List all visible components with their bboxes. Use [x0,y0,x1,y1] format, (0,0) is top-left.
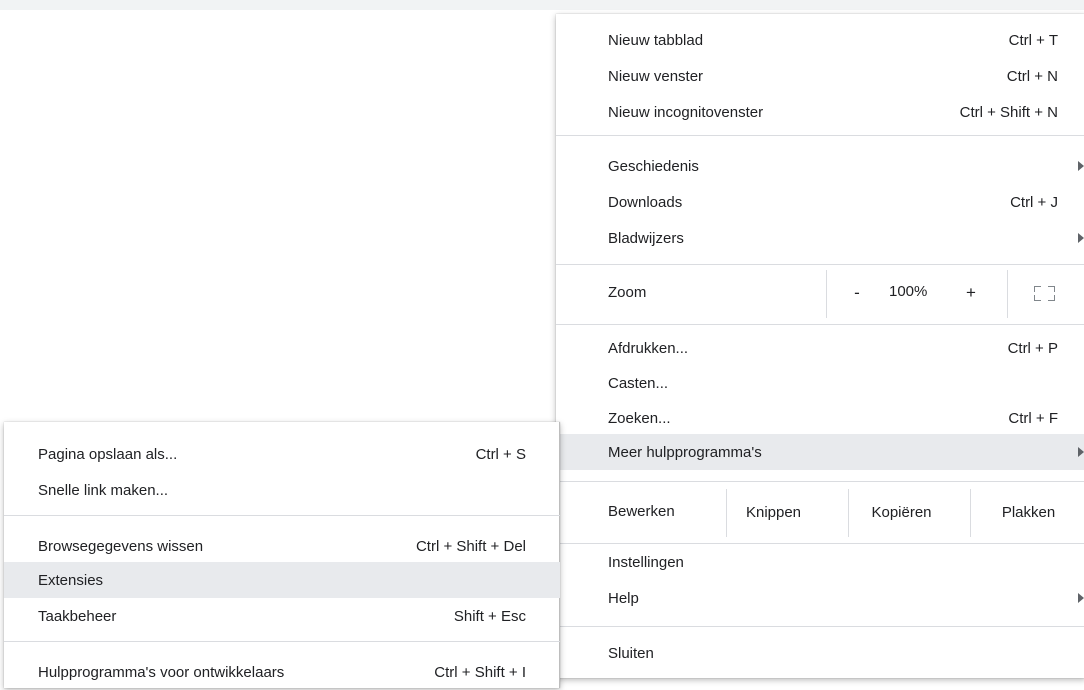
zoom-row: Zoom - 100% + [556,270,1084,318]
edit-label: Bewerken [608,503,675,520]
zoom-label: Zoom [608,284,647,301]
menu-separator [556,481,1084,482]
menu-item-shortcut: Ctrl + T [1008,31,1058,49]
menu-item-label: Hulpprogramma's voor ontwikkelaars [38,663,285,681]
cut-button-label: Knippen [745,504,802,521]
submenu-item-extensions[interactable]: Extensies [4,562,560,598]
menu-item-shortcut: Ctrl + Shift + Del [415,537,526,555]
menu-item-print[interactable]: Afdrukken... Ctrl + P [556,330,1084,366]
menu-item-label: Zoeken... [608,409,671,427]
browser-main-menu: Nieuw tabblad Ctrl + T Nieuw venster Ctr… [556,14,1084,678]
menu-separator [4,515,560,516]
menu-item-label: Nieuw venster [608,67,704,85]
copy-button[interactable]: Kopiëren [848,489,954,537]
menu-item-label: Geschiedenis [608,157,699,175]
submenu-item-task-manager[interactable]: Taakbeheer Shift + Esc [4,598,560,634]
menu-item-label: Afdrukken... [608,339,689,357]
browser-top-strip [0,0,1084,10]
zoom-level-value: 100% [889,283,928,300]
submenu-item-create-shortcut[interactable]: Snelle link maken... [4,472,560,508]
submenu-item-developer-tools[interactable]: Hulpprogramma's voor ontwikkelaars Ctrl … [4,654,560,690]
menu-item-settings[interactable]: Instellingen [556,544,1084,580]
menu-item-find[interactable]: Zoeken... Ctrl + F [556,400,1084,436]
menu-item-label: Sluiten [608,644,654,662]
more-tools-submenu: Pagina opslaan als... Ctrl + S Snelle li… [4,422,560,688]
menu-item-label: Help [608,589,639,607]
menu-item-new-window[interactable]: Nieuw venster Ctrl + N [556,58,1084,94]
menu-separator [4,641,560,642]
menu-item-new-incognito-window[interactable]: Nieuw incognitovenster Ctrl + Shift + N [556,94,1084,130]
fullscreen-icon [1026,282,1066,306]
edit-row: Bewerken Knippen Kopiëren Plakken [556,489,1084,537]
menu-item-label: Taakbeheer [38,607,117,625]
menu-item-label: Bladwijzers [608,229,684,247]
menu-item-shortcut: Shift + Esc [453,607,526,625]
submenu-arrow-icon [1078,233,1084,243]
paste-button[interactable]: Plakken [970,489,1084,537]
zoom-out-button[interactable]: - [845,280,869,306]
submenu-item-save-page[interactable]: Pagina opslaan als... Ctrl + S [4,436,560,472]
menu-item-label: Nieuw tabblad [608,31,704,49]
menu-item-new-tab[interactable]: Nieuw tabblad Ctrl + T [556,22,1084,58]
menu-item-shortcut: Ctrl + Shift + N [959,103,1058,121]
menu-item-cast[interactable]: Casten... [556,365,1084,401]
menu-item-help[interactable]: Help [556,580,1084,616]
copy-button-label: Kopiëren [871,504,932,521]
menu-item-shortcut: Ctrl + Shift + I [434,663,526,681]
zoom-in-button[interactable]: + [959,280,983,306]
menu-item-shortcut: Ctrl + N [1006,67,1058,85]
menu-item-label: Snelle link maken... [38,481,169,499]
menu-item-downloads[interactable]: Downloads Ctrl + J [556,184,1084,220]
fullscreen-button[interactable] [1026,282,1066,306]
cut-button[interactable]: Knippen [726,489,820,537]
menu-item-label: Browsegegevens wissen [38,537,204,555]
menu-item-bookmarks[interactable]: Bladwijzers [556,220,1084,256]
paste-button-label: Plakken [1001,504,1056,521]
menu-item-shortcut: Ctrl + P [1007,339,1058,357]
menu-item-label: Pagina opslaan als... [38,445,178,463]
menu-separator [556,324,1084,325]
menu-separator [556,626,1084,627]
menu-item-more-tools[interactable]: Meer hulpprogramma's [556,434,1084,470]
menu-item-label: Extensies [38,571,104,589]
menu-item-history[interactable]: Geschiedenis [556,148,1084,184]
menu-item-label: Downloads [608,193,683,211]
zoom-controls: - 100% + [826,270,1008,318]
menu-item-shortcut: Ctrl + J [1010,193,1058,211]
submenu-item-clear-browsing-data[interactable]: Browsegegevens wissen Ctrl + Shift + Del [4,528,560,564]
menu-item-shortcut: Ctrl + F [1008,409,1058,427]
menu-item-label: Nieuw incognitovenster [608,103,764,121]
menu-item-label: Instellingen [608,553,684,571]
submenu-arrow-icon [1078,593,1084,603]
menu-separator [556,135,1084,136]
menu-item-exit[interactable]: Sluiten [556,635,1084,671]
menu-separator [556,264,1084,265]
menu-item-label: Meer hulpprogramma's [608,443,762,461]
menu-item-shortcut: Ctrl + S [475,445,526,463]
submenu-arrow-icon [1078,161,1084,171]
submenu-arrow-icon [1078,447,1084,457]
menu-item-label: Casten... [608,374,669,392]
